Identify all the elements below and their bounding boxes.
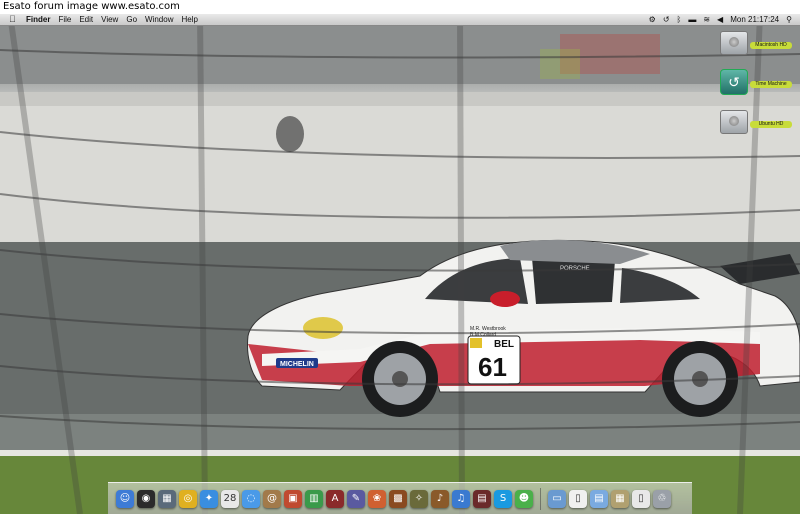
menu-items: Finder File Edit View Go Window Help — [26, 14, 198, 25]
forum-banner: Esato forum image www.esato.com — [0, 0, 800, 14]
sync-icon[interactable]: ⚙ — [649, 14, 656, 25]
time-machine-icon: ↺ — [720, 69, 748, 95]
applications-folder-icon[interactable]: ▭ — [548, 489, 566, 508]
expose-icon[interactable]: ▦ — [158, 489, 176, 508]
desktop-icon-label: Time Machine — [750, 81, 792, 88]
spotlight-search-icon[interactable]: ⚲ — [786, 14, 792, 25]
ical-icon[interactable]: 28 — [221, 489, 239, 508]
address-book-icon[interactable]: @ — [263, 489, 281, 508]
garageband-icon[interactable]: ♪ — [431, 489, 449, 508]
menu-view[interactable]: View — [101, 14, 118, 25]
chrome-icon[interactable]: ◎ — [179, 489, 197, 508]
display-icon[interactable]: ▬ — [688, 14, 696, 25]
desktop-icon-label: Macintosh HD — [750, 42, 792, 49]
car-number: 61 — [478, 352, 507, 382]
ichat-icon[interactable]: ◌ — [242, 489, 260, 508]
photo-app-icon[interactable]: ▤ — [473, 489, 491, 508]
downloads-folder-icon[interactable]: ▤ — [590, 489, 608, 508]
menu-clock[interactable]: Mon 21:17:24 — [730, 14, 779, 25]
apple-logo-icon[interactable]:  — [9, 14, 16, 25]
trash-icon[interactable]: ♲ — [653, 489, 671, 508]
hard-drive-icon — [720, 31, 748, 55]
desktop-icon-macintosh-hd[interactable]: Macintosh HD — [700, 31, 792, 61]
menu-file[interactable]: File — [58, 14, 71, 25]
menu-window[interactable]: Window — [145, 14, 173, 25]
preview-stack-icon[interactable]: ▦ — [611, 489, 629, 508]
dock: ☺ ◉ ▦ ◎ ✦ 28 ◌ @ ▣ ▥ A ✎ ❀ ▩ ✧ ♪ ♫ ▤ S ☻ ▭ ▯ ▤ ▦ ▯ ♲ — [108, 482, 692, 514]
safari-icon[interactable]: ✦ — [200, 489, 218, 508]
photo-booth-icon[interactable]: ▩ — [389, 489, 407, 508]
desktop-wallpaper: BEL 61 M.R. Westbrook B.M Collard MICHELI… — [0, 14, 800, 514]
wifi-icon[interactable]: ≋ — [703, 14, 710, 25]
pencil-icon[interactable]: ✎ — [347, 489, 365, 508]
dictionary-icon[interactable]: A — [326, 489, 344, 508]
status-area: ⚙ ↺ ᛒ ▬ ≋ ◀ Mon 21:17:24 ⚲ — [649, 14, 792, 25]
document-icon[interactable]: ▯ — [569, 489, 587, 508]
skype-icon[interactable]: S — [494, 489, 512, 508]
race-car-photo: BEL 61 M.R. Westbrook B.M Collard MICHELI… — [0, 14, 800, 514]
time-machine-icon[interactable]: ↺ — [663, 14, 670, 25]
menu-bar:  Finder File Edit View Go Window Help ⚙… — [0, 14, 800, 26]
menu-help[interactable]: Help — [181, 14, 197, 25]
desktop-icon-time-machine[interactable]: ↺ Time Machine — [700, 69, 792, 99]
menu-finder[interactable]: Finder — [26, 14, 50, 25]
notes-stack-icon[interactable]: ▯ — [632, 489, 650, 508]
car-country-code: BEL — [494, 339, 514, 350]
iphoto-icon[interactable]: ❀ — [368, 489, 386, 508]
volume-icon[interactable]: ◀ — [717, 14, 723, 25]
msn-icon[interactable]: ☻ — [515, 489, 533, 508]
itunes-icon[interactable]: ♫ — [452, 489, 470, 508]
keynote-icon[interactable]: ▣ — [284, 489, 302, 508]
dock-separator — [540, 487, 541, 510]
hard-drive-icon — [720, 110, 748, 134]
tools-icon[interactable]: ✧ — [410, 489, 428, 508]
finder-icon[interactable]: ☺ — [116, 489, 134, 508]
menu-edit[interactable]: Edit — [79, 14, 93, 25]
dashboard-icon[interactable]: ◉ — [137, 489, 155, 508]
menu-go[interactable]: Go — [126, 14, 137, 25]
desktop-icon-label: Ubuntu HD — [750, 121, 792, 128]
desktop-icon-ubuntu-hd[interactable]: Ubuntu HD — [700, 110, 792, 140]
numbers-icon[interactable]: ▥ — [305, 489, 323, 508]
bluetooth-icon[interactable]: ᛒ — [677, 14, 682, 25]
car-sponsor: MICHELIN — [280, 361, 314, 368]
